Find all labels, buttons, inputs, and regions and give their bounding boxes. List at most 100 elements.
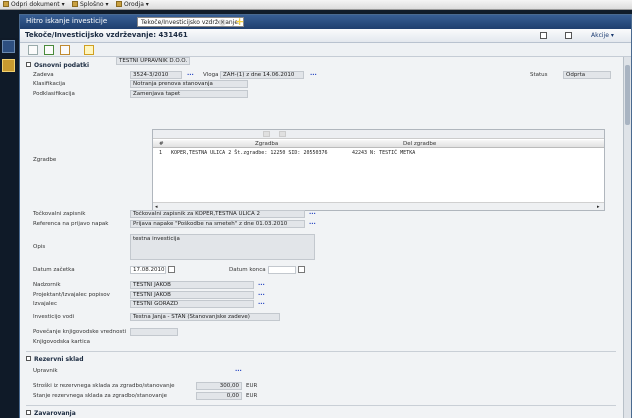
refresh-icon[interactable] [60,45,70,55]
izvajalec-label: Izvajalec [33,301,57,307]
copy-icon[interactable] [540,32,547,39]
window-icon[interactable] [565,32,572,39]
upravnik-picker-button[interactable]: ... [235,366,242,373]
grid-col-zgradba[interactable]: Zgradba [255,141,278,147]
stroski-label: Stroški iz rezervnega sklada za zgradbo/… [33,383,175,389]
vloga-label: Vloga [203,72,219,78]
tockovalni-picker-button[interactable]: ... [309,209,316,216]
collapse-icon[interactable] [26,410,31,415]
collapse-icon[interactable] [26,356,31,361]
referenca-field[interactable]: Prijava napake "Poškodbe na smeteh" z dn… [130,220,305,228]
row-num: 1 [159,150,163,156]
zadeva-label: Zadeva [33,72,54,78]
opis-field[interactable]: testna investicija [130,234,315,260]
referenca-picker-button[interactable]: ... [309,219,316,226]
klasifikacija-field[interactable]: Notranja prenova stanovanja [130,80,248,88]
investicijo-vodi-label: Investicijo vodi [33,314,75,320]
section-insurance[interactable]: Zavarovanja [26,410,76,417]
projektant-picker-button[interactable]: ... [258,290,265,297]
podklasifikacija-label: Podklasifikacija [33,91,75,97]
nadzornik-label: Nadzornik [33,282,61,288]
grid-col-del[interactable]: Del zgradbe [403,141,436,147]
izvajalec-picker-button[interactable]: ... [258,299,265,306]
vloga-picker-button[interactable]: ... [310,70,317,77]
zadeva-picker-button[interactable]: ... [187,70,194,77]
nadzornik-field[interactable]: TESTNI JAKOB [130,281,254,289]
scroll-thumb[interactable] [625,65,630,125]
grid-scrollbar[interactable]: ◂ ▸ [153,202,604,210]
nadzornik-picker-button[interactable]: ... [258,280,265,287]
edit-icon[interactable] [44,45,54,55]
povecanje-label: Povečanje knjigovodske vrednosti [33,329,127,335]
upravnik-label: Upravnik [33,368,58,374]
calendar-icon[interactable] [298,266,305,273]
status-field: Odprta [563,71,611,79]
vertical-scrollbar[interactable] [623,57,631,418]
menu-tools[interactable]: Orodja ▾ [116,1,149,8]
section-reserve[interactable]: Rezervni sklad [26,356,84,363]
projektant-field[interactable]: TESTNI JAKOB [130,291,254,299]
divider [26,405,616,406]
top-menu-bar: Odpri dokument ▾ Splošno ▾ Orodja ▾ [0,0,632,10]
row-del: 42243 N: TESTIĆ METKA [352,150,416,156]
menu-open-document[interactable]: Odpri dokument ▾ [3,1,65,8]
app-icon[interactable] [2,40,15,53]
klasifikacija-label: Klasifikacija [33,81,66,87]
search-app-icon[interactable] [2,59,15,72]
window-title: Hitro iskanje investicije [26,17,108,25]
document-icon [3,1,9,7]
stanje-label: Stanje rezervnega sklada za zgradbo/stan… [33,393,167,399]
opis-label: Opis [33,244,46,250]
investicijo-vodi-field[interactable]: Testna Janja - STAN (Stanovanjske zadeve… [130,313,280,321]
general-icon [72,1,78,7]
add-tab-icon[interactable]: + [235,16,246,27]
datum-zacetka-field[interactable]: 17.08.2010 [130,266,166,274]
actions-menu[interactable]: Akcije ▾ [591,32,614,39]
podklasifikacija-field[interactable]: Zamenjava tapet [130,90,248,98]
grid-header: # Zgradba Del zgradbe [153,140,604,148]
toolbar [20,43,631,57]
projektant-label: Projektant/Izvajalec popisov [33,292,110,298]
scroll-right-icon[interactable]: ▸ [597,204,600,210]
menu-general[interactable]: Splošno ▾ [72,1,108,8]
vloga-field[interactable]: ZAH-(1) z dne 14.06.2010 [220,71,304,79]
grid-add-icon[interactable] [263,131,270,137]
main-window: Hitro iskanje investicije Tekoče/Investi… [19,14,632,418]
tools-icon [116,1,122,7]
divider [26,351,616,352]
stroski-unit: EUR [246,383,258,389]
row-zgradba: KOPER,TESTNA ULICA 2 Št.zgradbe: 12250 S… [171,150,328,156]
page-header: Tekoče/Investicijsko vzdrževanje: 431461… [20,29,631,43]
tab-close-icon[interactable]: × [219,19,226,26]
stroski-field[interactable]: 300,00 [196,382,242,390]
izvajalec-field[interactable]: TESTNI GORAZD [130,300,254,308]
povecanje-field[interactable] [130,328,178,336]
status-label: Status [530,72,548,78]
grid-col-num[interactable]: # [159,141,164,147]
stanje-field: 0,00 [196,392,242,400]
save-icon[interactable] [28,45,38,55]
star-icon[interactable] [84,45,94,55]
collapse-icon[interactable] [26,62,31,67]
kartica-label: Knjigovodska kartica [33,339,90,345]
zgradbe-label: Zgradbe [33,157,57,163]
tockovalni-label: Točkovalni zapisnik [33,211,86,217]
active-tab[interactable]: Tekoče/Investicijsko vzdrževanje: [137,17,245,27]
upravnik-field[interactable]: TESTNI UPRAVNIK D.O.O. [116,57,191,65]
left-launcher-bar [0,38,18,418]
section-basic[interactable]: Osnovni podatki [26,62,89,69]
content-panel: Osnovni podatki Zadeva 3524-3/2010 ... V… [20,57,623,418]
calendar-icon[interactable] [168,266,175,273]
grid-remove-icon[interactable] [279,131,286,137]
tockovalni-field[interactable]: Točkovalni zapisnik za KOPER,TESTNA ULIC… [130,210,305,218]
zadeva-field[interactable]: 3524-3/2010 [130,71,182,79]
datum-konca-label: Datum konca [229,267,266,273]
stanje-unit: EUR [246,393,258,399]
window-titlebar: Hitro iskanje investicije Tekoče/Investi… [20,15,631,29]
table-row[interactable]: 1 KOPER,TESTNA ULICA 2 Št.zgradbe: 12250… [153,149,604,157]
grid-toolbar [153,130,604,139]
datum-zacetka-label: Datum začetka [33,267,75,273]
buildings-grid: # Zgradba Del zgradbe 1 KOPER,TESTNA ULI… [152,129,605,211]
datum-konca-field[interactable] [268,266,296,274]
page-title: Tekoče/Investicijsko vzdrževanje: 431461 [25,31,188,39]
